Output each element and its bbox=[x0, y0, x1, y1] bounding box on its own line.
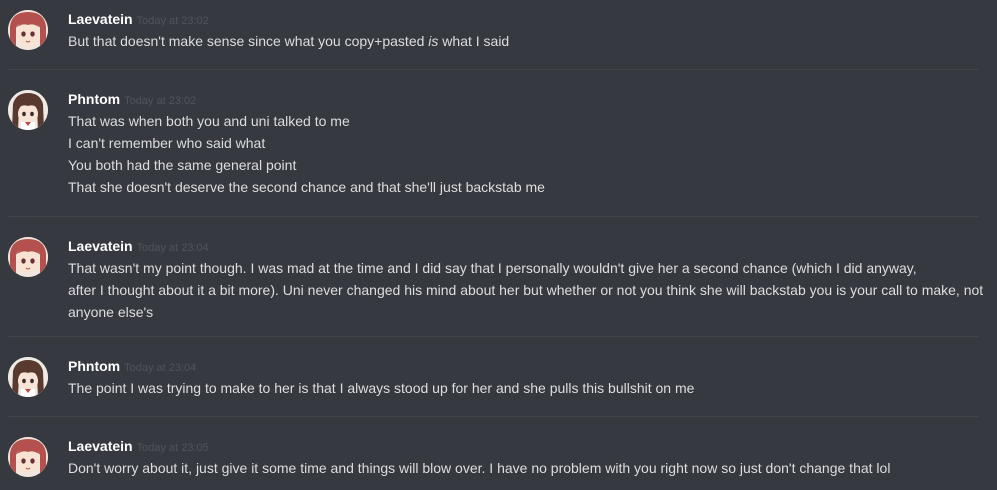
message-divider bbox=[8, 216, 978, 217]
username[interactable]: Phntom bbox=[68, 91, 120, 107]
message-header: Phntom Today at 23:02 bbox=[68, 90, 196, 108]
avatar[interactable] bbox=[8, 237, 48, 277]
message-header: Laevatein Today at 23:02 bbox=[68, 10, 209, 28]
message-content: Don't worry about it, just give it some … bbox=[68, 457, 989, 479]
laevatein-avatar-icon bbox=[8, 237, 48, 277]
timestamp: Today at 23:02 bbox=[124, 95, 197, 107]
timestamp: Today at 23:05 bbox=[136, 442, 209, 454]
username[interactable]: Phntom bbox=[68, 358, 120, 374]
phntom-avatar-icon bbox=[8, 357, 48, 397]
message-header: Phntom Today at 23:04 bbox=[68, 357, 196, 375]
message-divider bbox=[8, 69, 978, 70]
username[interactable]: Laevatein bbox=[68, 438, 133, 454]
avatar[interactable] bbox=[8, 90, 48, 130]
avatar[interactable] bbox=[8, 437, 48, 477]
timestamp: Today at 23:02 bbox=[136, 15, 209, 27]
chat-messages: Laevatein Today at 23:02 But that doesn't… bbox=[0, 0, 997, 490]
username[interactable]: Laevatein bbox=[68, 11, 133, 27]
message-line: That she doesn't deserve the second chan… bbox=[68, 179, 545, 195]
laevatein-avatar-icon bbox=[8, 10, 48, 50]
message-header: Laevatein Today at 23:05 bbox=[68, 437, 209, 455]
timestamp: Today at 23:04 bbox=[124, 362, 197, 374]
phntom-avatar-icon bbox=[8, 90, 48, 130]
avatar[interactable] bbox=[8, 357, 48, 397]
message-line: You both had the same general point bbox=[68, 157, 297, 173]
laevatein-avatar-icon bbox=[8, 437, 48, 477]
message-line: Don't worry about it, just give it some … bbox=[68, 460, 891, 476]
message-line: anyone else's bbox=[68, 304, 154, 320]
message-content: But that doesn't make sense since what y… bbox=[68, 30, 989, 52]
message-content: That wasn't my point though. I was mad a… bbox=[68, 257, 989, 323]
message-header: Laevatein Today at 23:04 bbox=[68, 237, 209, 255]
message-content: The point I was trying to make to her is… bbox=[68, 377, 989, 399]
message-line: That was when both you and uni talked to… bbox=[68, 113, 350, 129]
timestamp: Today at 23:04 bbox=[136, 242, 209, 254]
message-line: That wasn't my point though. I was mad a… bbox=[68, 260, 917, 276]
message-divider bbox=[8, 336, 978, 337]
italic-text: is bbox=[428, 33, 439, 49]
message-line: after I thought about it a bit more). Un… bbox=[68, 282, 984, 298]
message-content: That was when both you and uni talked to… bbox=[68, 110, 989, 198]
message-line: I can't remember who said what bbox=[68, 135, 266, 151]
avatar[interactable] bbox=[8, 10, 48, 50]
message-divider bbox=[8, 416, 978, 417]
message-line: But that doesn't make sense since what y… bbox=[68, 33, 510, 49]
username[interactable]: Laevatein bbox=[68, 238, 133, 254]
message-line: The point I was trying to make to her is… bbox=[68, 380, 695, 396]
